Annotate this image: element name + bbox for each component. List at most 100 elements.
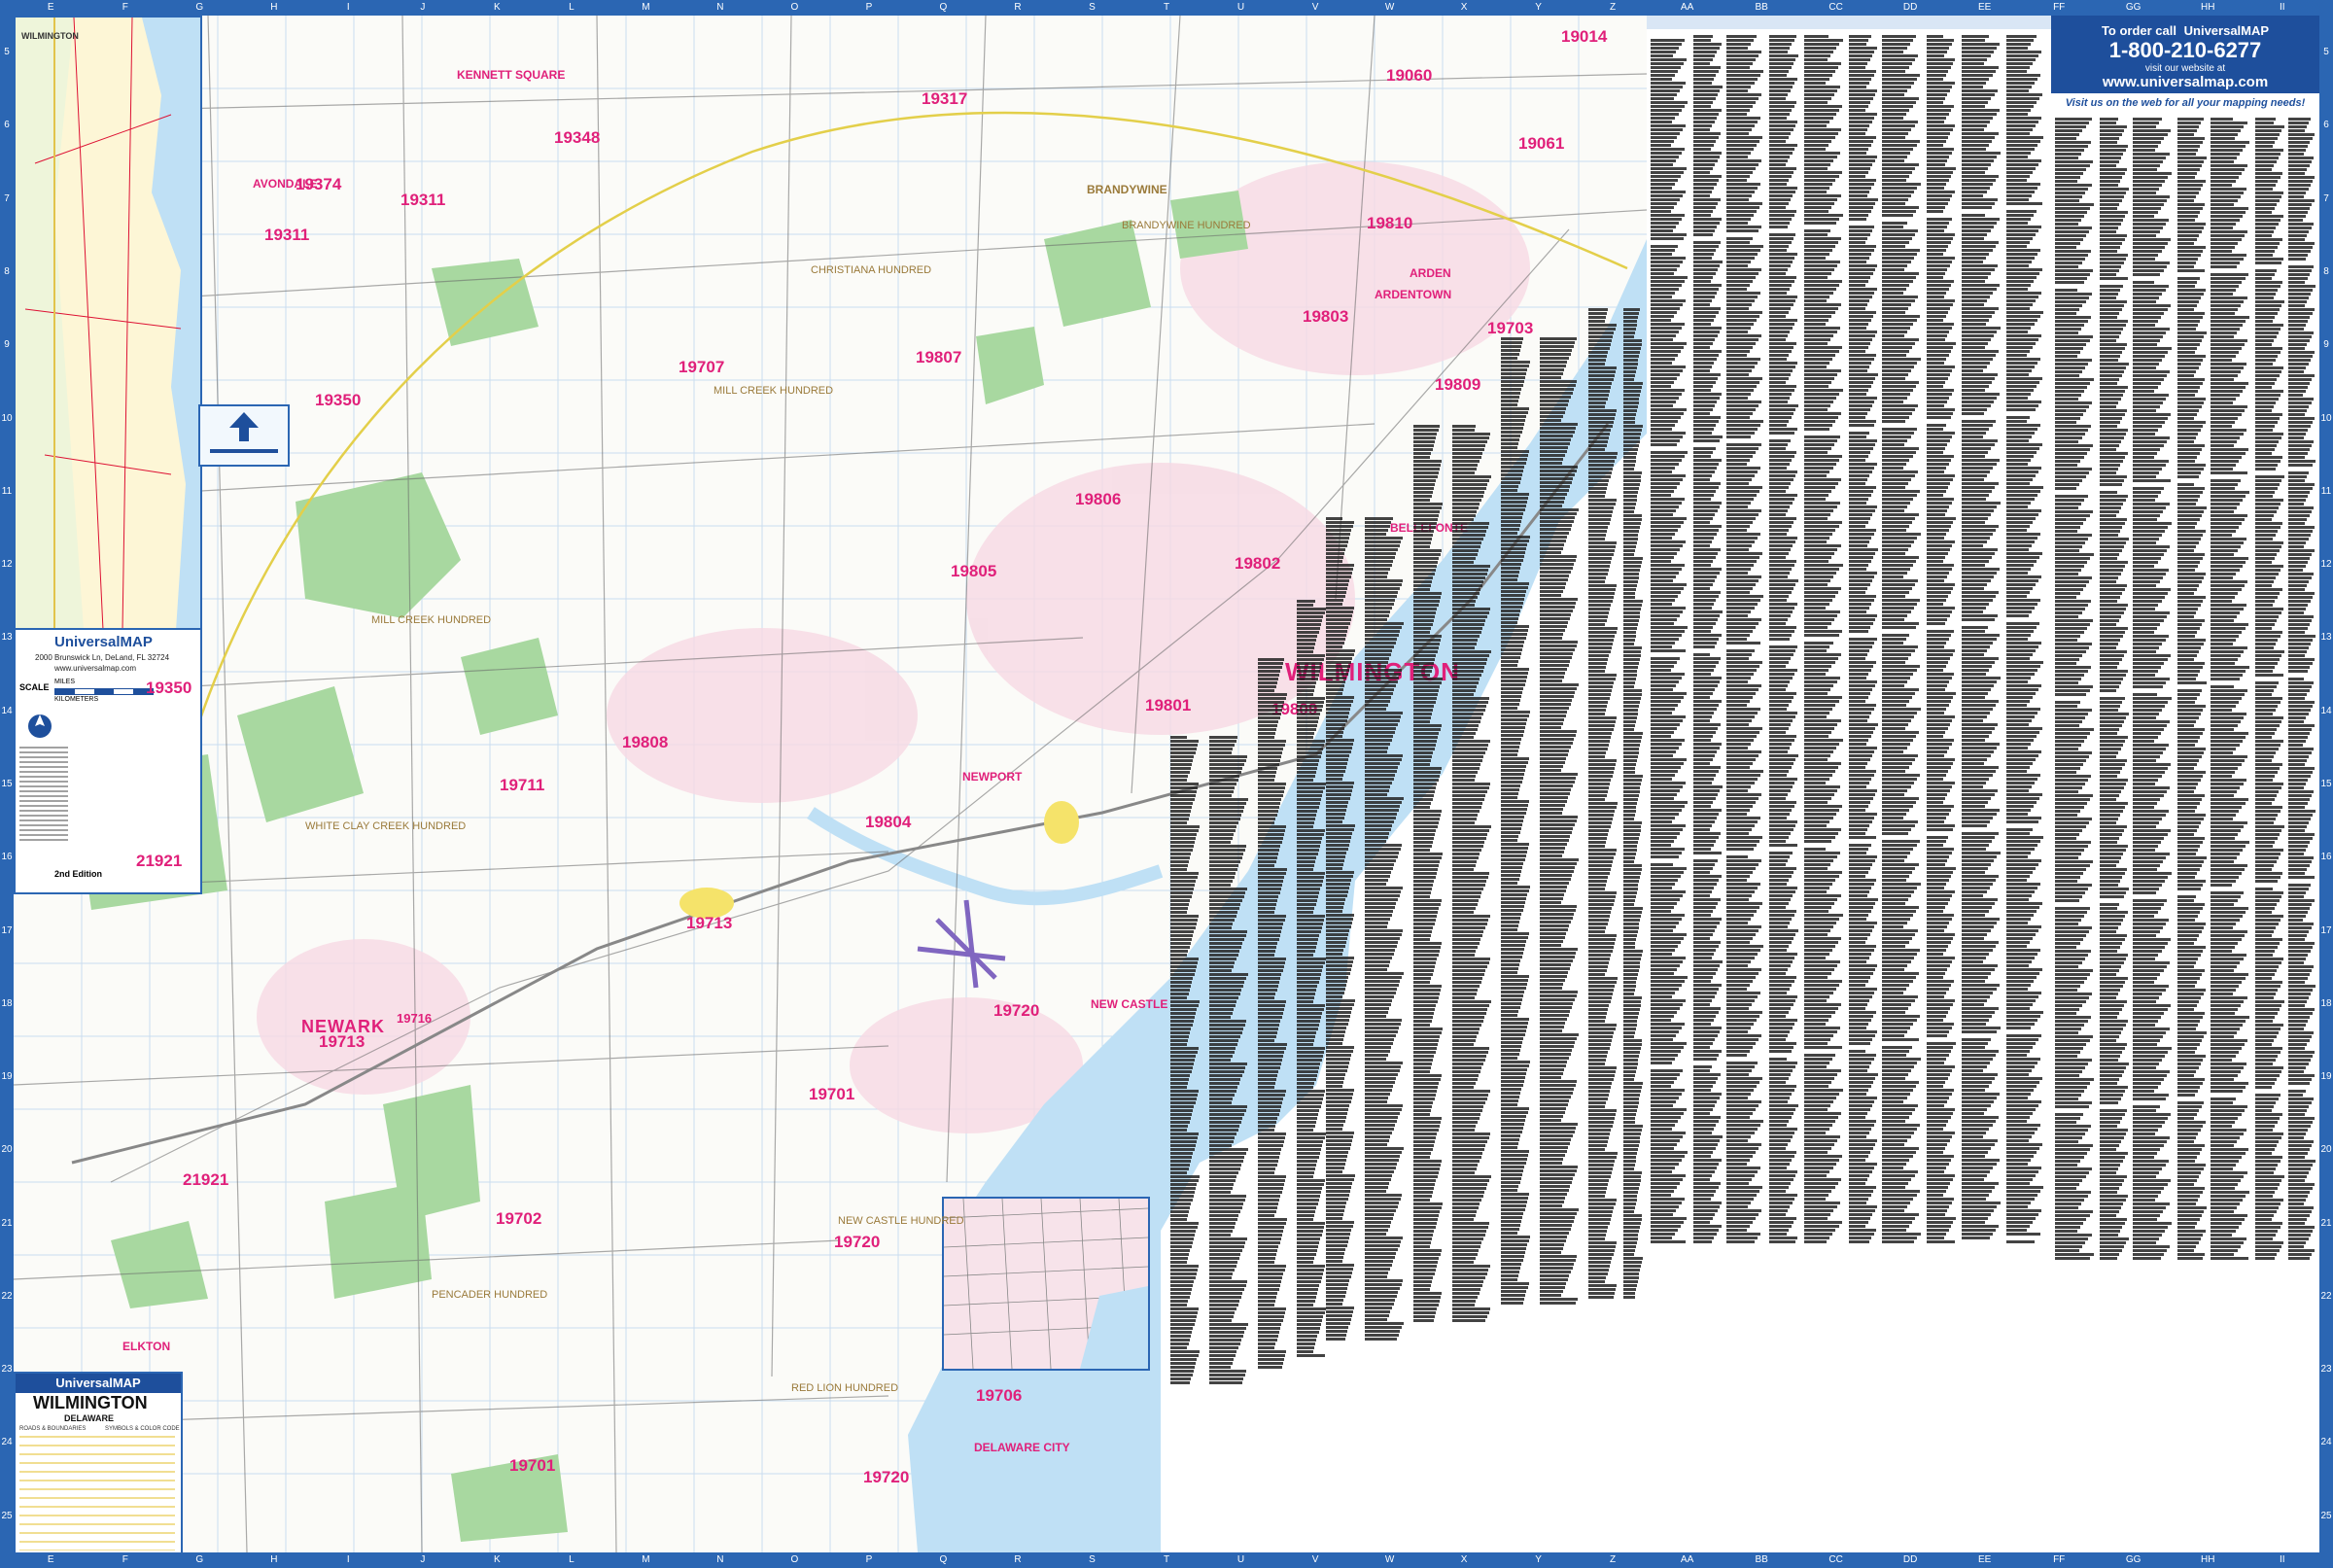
zip-19061: 19061	[1518, 134, 1565, 153]
index-column	[1927, 34, 1956, 1244]
zip-19311: 19311	[264, 226, 310, 244]
downtown-graphics	[944, 1199, 1148, 1369]
grid-row-22: 22	[1, 1290, 13, 1302]
zip-19702: 19702	[496, 1209, 542, 1228]
grid-row-25: 25	[1, 1510, 13, 1521]
order-banner[interactable]: To order call UniversalMAP 1-800-210-627…	[2051, 16, 2319, 93]
zip-19807: 19807	[916, 348, 962, 366]
grid-row-20: 20	[2320, 1144, 2332, 1156]
legend-heading-left: ROADS & BOUNDARIES	[19, 1426, 87, 1432]
grid-col-x: X	[1460, 1554, 1468, 1565]
inset-city-label: WILMINGTON	[21, 31, 79, 41]
grid-col-i: I	[346, 2, 350, 13]
place-delaware-city: DELAWARE CITY	[974, 1441, 1070, 1454]
index-column	[1804, 34, 1843, 1244]
grid-col-v: V	[1311, 2, 1319, 13]
grid-col-e: E	[47, 1554, 54, 1565]
grid-col-bb: BB	[1755, 1554, 1768, 1565]
index-column	[1209, 735, 1248, 1385]
grid-row-9: 9	[2323, 339, 2329, 351]
zip-21921: 21921	[183, 1170, 229, 1189]
zip-19802: 19802	[1235, 554, 1281, 573]
column-grid-bottom: E F G H I J K L M N O P Q R S T U V W X Y Z AA BB CC DD EE FF GG HH II	[14, 1552, 2319, 1568]
column-grid-top: E F G H I J K L M N O P Q R S T U V W X Y Z AA BB CC DD EE FF GG HH II	[14, 0, 2319, 16]
zip-19350: 19350	[146, 679, 192, 697]
scale-bar	[54, 688, 154, 695]
grid-col-x: X	[1460, 2, 1468, 13]
grid-col-h: H	[270, 1554, 278, 1565]
downtown-inset-map[interactable]	[942, 1197, 1150, 1371]
grid-col-k: K	[494, 2, 501, 13]
zip-19809: 19809	[1435, 375, 1481, 394]
grid-col-j: J	[420, 2, 426, 13]
regional-inset-map[interactable]: WILMINGTON	[14, 16, 202, 632]
grid-row-13: 13	[1, 632, 13, 644]
grid-row-20: 20	[1, 1144, 13, 1156]
zip-19701: 19701	[509, 1456, 556, 1475]
zip-19803: 19803	[1303, 307, 1349, 326]
hundred-white-clay: WHITE CLAY CREEK HUNDRED	[305, 820, 467, 832]
grid-row-24: 24	[2320, 1437, 2332, 1448]
grid-col-cc: CC	[1828, 2, 1843, 13]
zip-19720: 19720	[834, 1233, 881, 1251]
grid-col-hh: HH	[2200, 2, 2215, 13]
grid-col-q: Q	[939, 2, 948, 13]
place-arden: ARDEN	[1410, 266, 1451, 280]
grid-row-10: 10	[1, 412, 13, 424]
hundred-christiana: CHRISTIANA HUNDRED	[811, 264, 932, 276]
scale-miles: MILES	[54, 679, 76, 685]
grid-col-bb: BB	[1755, 2, 1768, 13]
order-call-text: To order call UniversalMAP	[2101, 23, 2270, 38]
index-column	[1769, 34, 1798, 1244]
edition-label: 2nd Edition	[54, 869, 102, 879]
grid-col-ii: II	[2279, 1554, 2285, 1565]
grid-row-17: 17	[1, 924, 13, 936]
place-elkton: ELKTON	[122, 1340, 171, 1353]
index-column	[1170, 735, 1200, 1385]
hundred-red-lion: RED LION HUNDRED	[791, 1382, 899, 1394]
grid-row-12: 12	[1, 559, 13, 571]
grid-row-16: 16	[2320, 852, 2332, 863]
index-column	[1413, 424, 1443, 1323]
zip-19720: 19720	[993, 1001, 1040, 1020]
index-column	[1693, 34, 1723, 1244]
grid-col-f: F	[122, 2, 128, 13]
place-new-castle: NEW CASTLE	[1091, 997, 1168, 1011]
grid-row-19: 19	[2320, 1071, 2332, 1083]
grid-col-gg: GG	[2125, 1554, 2141, 1565]
grid-col-aa: AA	[1680, 1554, 1694, 1565]
grid-col-s: S	[1089, 2, 1096, 13]
grid-col-k: K	[494, 1554, 501, 1565]
street-map[interactable]: WILMINGTON UniversalMAP 2000 Brunswick L…	[14, 16, 1647, 1552]
zip-19801: 19801	[1145, 696, 1192, 714]
order-tagline: Visit us on the web for all your mapping…	[2065, 97, 2306, 109]
compass-inset	[198, 404, 290, 467]
zip-19350: 19350	[315, 391, 362, 409]
grid-col-aa: AA	[1680, 2, 1694, 13]
grid-row-15: 15	[2320, 778, 2332, 789]
grid-row-6: 6	[2323, 120, 2329, 131]
place-newport: NEWPORT	[962, 770, 1023, 784]
zip-19713: 19713	[686, 914, 733, 932]
grid-col-h: H	[270, 2, 278, 13]
row-grid-left: 5 6 7 8 9 10 11 12 13 14 15 16 17 18 19 20 21 22 23 24 25	[0, 16, 14, 1552]
index-column	[2177, 117, 2207, 1261]
street-index[interactable]: To order call UniversalMAP 1-800-210-627…	[1647, 16, 2319, 1552]
grid-col-n: N	[716, 2, 724, 13]
index-column	[1540, 336, 1579, 1306]
hundred-mill-creek-south: MILL CREEK HUNDRED	[371, 614, 492, 626]
grid-row-5: 5	[2323, 47, 2329, 58]
publisher-address: 2000 Brunswick Ln, DeLand, FL 32724	[35, 653, 170, 662]
index-column	[1501, 336, 1530, 1306]
legend-swatches	[19, 1436, 175, 1551]
order-phone[interactable]: 1-800-210-6277	[2051, 38, 2319, 63]
airport-runways	[917, 899, 1006, 989]
grid-row-11: 11	[2320, 485, 2332, 497]
grid-col-hh: HH	[2200, 1554, 2215, 1565]
order-visit-text: visit our website at	[2144, 63, 2226, 74]
index-column	[1326, 516, 1355, 1342]
grid-col-dd: DD	[1902, 2, 1918, 13]
order-url-link[interactable]: www.universalmap.com	[2051, 74, 2319, 90]
index-column	[2133, 117, 2172, 1261]
index-column	[1258, 657, 1287, 1370]
